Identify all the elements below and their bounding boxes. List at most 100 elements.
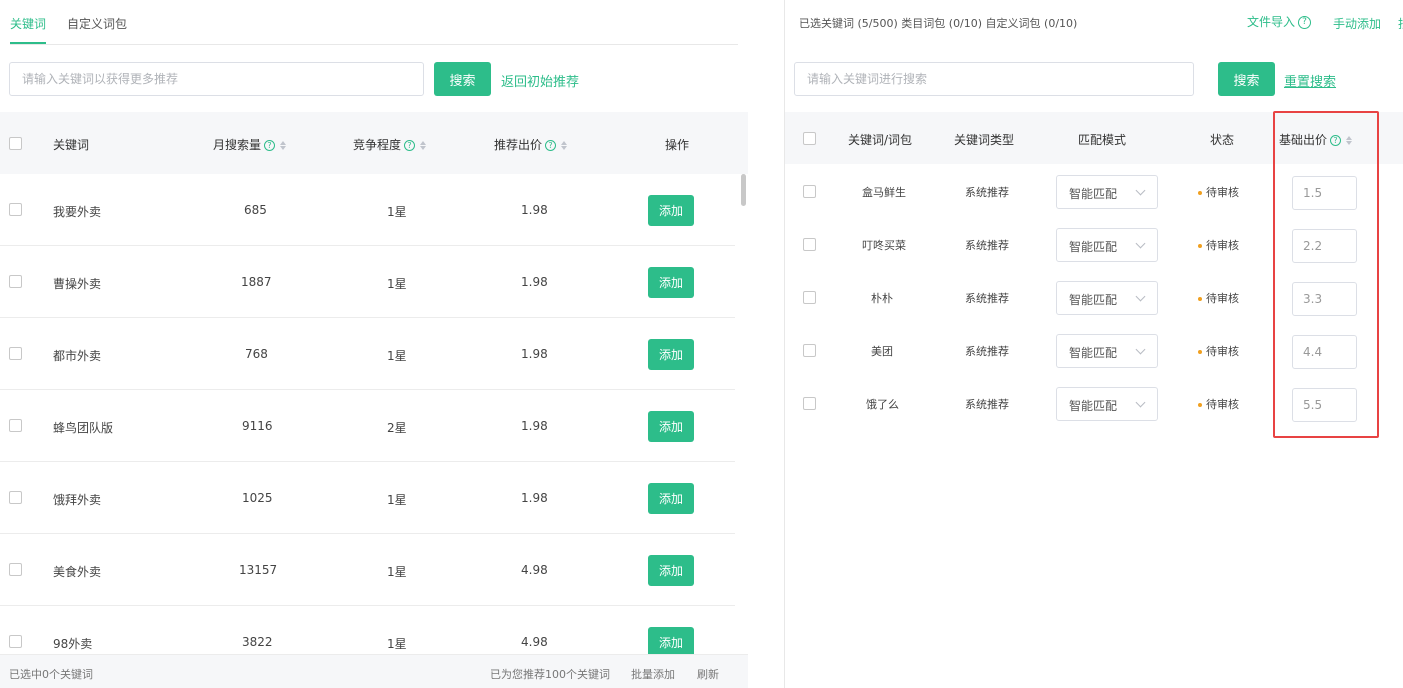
row-competition: 1星 <box>387 277 407 291</box>
pending-dot-icon <box>1198 403 1202 407</box>
match-mode-select[interactable]: 智能匹配 <box>1056 334 1158 368</box>
pending-dot-icon <box>1198 191 1202 195</box>
row-keyword: 美食外卖 <box>53 565 102 579</box>
match-mode-select[interactable]: 智能匹配 <box>1056 281 1158 315</box>
sort-icon[interactable] <box>561 141 568 150</box>
row-checkbox[interactable] <box>9 203 22 216</box>
add-button[interactable]: 添加 <box>648 555 694 586</box>
base-bid-input[interactable] <box>1292 335 1357 369</box>
row-bid: 4.98 <box>521 563 548 577</box>
search-button[interactable]: 搜索 <box>1218 62 1275 96</box>
column-competition[interactable]: 竞争程度? <box>353 136 427 153</box>
manual-add-link[interactable]: 手动添加 <box>1333 15 1381 32</box>
table-row: 美团 系统推荐 智能匹配 待审核 <box>785 324 1403 377</box>
file-import-label: 文件导入 <box>1247 15 1296 29</box>
row-type: 系统推荐 <box>965 345 1009 358</box>
help-icon[interactable]: ? <box>545 140 557 151</box>
row-status-label: 待审核 <box>1206 186 1239 199</box>
chevron-down-icon <box>1135 291 1146 302</box>
row-checkbox[interactable] <box>803 291 816 304</box>
column-recommended-bid[interactable]: 推荐出价? <box>494 136 568 153</box>
reset-search-link[interactable]: 重置搜索 <box>1284 71 1336 90</box>
row-checkbox[interactable] <box>803 344 816 357</box>
row-checkbox[interactable] <box>803 185 816 198</box>
row-monthly: 3822 <box>242 635 273 649</box>
select-all-checkbox[interactable] <box>803 132 816 145</box>
selected-keywords-panel: 已选关键词 (5/500) 类目词包 (0/10) 自定义词包 (0/10) 文… <box>785 0 1403 688</box>
add-button[interactable]: 添加 <box>648 411 694 442</box>
row-keyword: 蜂鸟团队版 <box>53 421 114 435</box>
help-icon[interactable]: ? <box>1298 16 1312 29</box>
match-mode-select[interactable]: 智能匹配 <box>1056 228 1158 262</box>
row-status-label: 待审核 <box>1206 239 1239 252</box>
base-bid-input[interactable] <box>1292 176 1357 210</box>
search-button[interactable]: 搜索 <box>434 62 491 96</box>
row-keyword: 朴朴 <box>871 292 893 305</box>
row-checkbox[interactable] <box>9 491 22 504</box>
selected-search-input[interactable] <box>794 62 1194 96</box>
table-row: 叮咚买菜 系统推荐 智能匹配 待审核 <box>785 218 1403 271</box>
recommended-count: 已为您推荐100个关键词 <box>490 668 610 681</box>
base-bid-input[interactable] <box>1292 282 1357 316</box>
selection-summary: 已选关键词 (5/500) 类目词包 (0/10) 自定义词包 (0/10) <box>799 17 1078 30</box>
row-bid: 1.98 <box>521 203 548 217</box>
help-icon[interactable]: ? <box>404 140 416 151</box>
add-button[interactable]: 添加 <box>648 267 694 298</box>
row-checkbox[interactable] <box>9 635 22 648</box>
row-checkbox[interactable] <box>9 347 22 360</box>
sort-icon[interactable] <box>1346 136 1353 145</box>
table-row: 都市外卖 768 1星 1.98 添加 <box>0 318 735 390</box>
row-checkbox[interactable] <box>803 238 816 251</box>
table-header: 关键词 月搜索量? 竞争程度? 推荐出价? 操作 <box>0 112 748 174</box>
table-row: 我要外卖 685 1星 1.98 添加 <box>0 174 735 246</box>
sort-icon[interactable] <box>280 141 287 150</box>
column-base-bid[interactable]: 基础出价? <box>1279 131 1353 148</box>
keyword-recommend-panel: 关键词 自定义词包 搜索 返回初始推荐 关键词 月搜索量? 竞争程度? 推荐出价… <box>0 0 748 688</box>
help-icon[interactable]: ? <box>264 140 276 151</box>
select-all-checkbox[interactable] <box>9 137 22 150</box>
row-checkbox[interactable] <box>803 397 816 410</box>
row-monthly: 1887 <box>241 275 272 289</box>
chevron-down-icon <box>1135 344 1146 355</box>
base-bid-input[interactable] <box>1292 229 1357 263</box>
sort-icon[interactable] <box>420 141 427 150</box>
match-mode-value: 智能匹配 <box>1069 346 1118 360</box>
base-bid-input[interactable] <box>1292 388 1357 422</box>
row-checkbox[interactable] <box>9 275 22 288</box>
batch-link-truncated[interactable]: 批 <box>1398 15 1403 32</box>
tab-bar: 关键词 自定义词包 <box>10 0 738 45</box>
add-button[interactable]: 添加 <box>648 627 694 654</box>
reset-recommend-link[interactable]: 返回初始推荐 <box>501 71 579 90</box>
batch-add-link[interactable]: 批量添加 <box>631 666 675 682</box>
row-competition: 1星 <box>387 565 407 579</box>
pending-dot-icon <box>1198 244 1202 248</box>
row-checkbox[interactable] <box>9 563 22 576</box>
match-mode-select[interactable]: 智能匹配 <box>1056 387 1158 421</box>
table-row: 美食外卖 13157 1星 4.98 添加 <box>0 534 735 606</box>
keyword-search-input[interactable] <box>9 62 424 96</box>
add-button[interactable]: 添加 <box>648 339 694 370</box>
tab-custom-packages[interactable]: 自定义词包 <box>67 15 127 32</box>
pending-dot-icon <box>1198 350 1202 354</box>
help-icon[interactable]: ? <box>1330 135 1342 146</box>
row-status: 待审核 <box>1198 237 1239 253</box>
scrollbar-thumb[interactable] <box>741 174 746 206</box>
add-button[interactable]: 添加 <box>648 195 694 226</box>
match-mode-select[interactable]: 智能匹配 <box>1056 175 1158 209</box>
row-bid: 1.98 <box>521 275 548 289</box>
file-import-link[interactable]: 文件导入? <box>1247 13 1312 30</box>
row-monthly: 9116 <box>242 419 273 433</box>
row-competition: 1星 <box>387 637 407 651</box>
table-footer: 已选中0个关键词 已为您推荐100个关键词 批量添加 刷新 <box>0 654 748 688</box>
column-monthly-search[interactable]: 月搜索量? <box>213 136 287 153</box>
row-competition: 2星 <box>387 421 407 435</box>
row-keyword: 都市外卖 <box>53 349 102 363</box>
row-checkbox[interactable] <box>9 419 22 432</box>
table-row: 饿了么 系统推荐 智能匹配 待审核 <box>785 377 1403 430</box>
tab-keywords[interactable]: 关键词 <box>10 15 47 44</box>
refresh-link[interactable]: 刷新 <box>697 666 719 682</box>
table-row: 盒马鲜生 系统推荐 智能匹配 待审核 <box>785 165 1403 218</box>
row-type: 系统推荐 <box>965 186 1009 199</box>
add-button[interactable]: 添加 <box>648 483 694 514</box>
row-keyword: 曹操外卖 <box>53 277 102 291</box>
